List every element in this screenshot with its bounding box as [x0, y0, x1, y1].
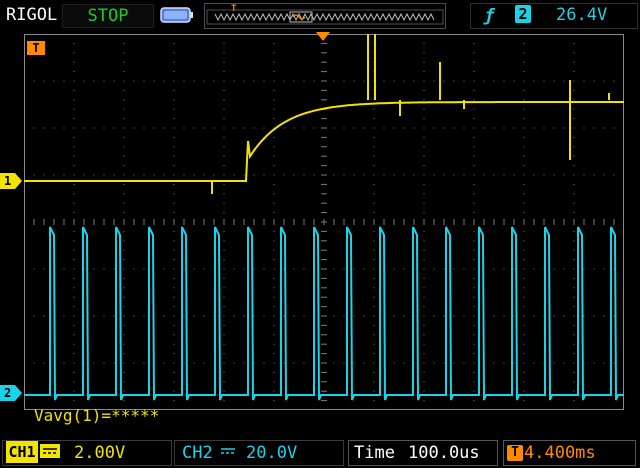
ch2-marker-label: 2 — [4, 386, 11, 400]
trigger-offset-value: 4.400ms — [524, 443, 596, 463]
run-state-label: STOP — [87, 6, 129, 26]
ch1-ground-marker[interactable]: 1 — [0, 173, 22, 189]
trigger-offset-icon: T — [507, 445, 523, 461]
dc-coupling-icon — [40, 444, 60, 458]
trigger-position-marker[interactable] — [316, 32, 330, 42]
waveform-display-grid — [24, 34, 624, 410]
timebase-label: Time — [354, 443, 395, 463]
dc-coupling-icon — [221, 448, 235, 454]
ch1-label: CH1 — [6, 441, 38, 463]
rising-edge-icon: ƒ — [484, 6, 495, 26]
memory-battery-icon — [160, 7, 193, 23]
trigger-level: 26.4V — [556, 5, 608, 25]
ch2-label: CH2 — [182, 443, 213, 463]
trigger-info-panel[interactable] — [470, 3, 638, 29]
ch2-scale: 20.0V — [246, 443, 298, 463]
trigger-source-badge: 2 — [515, 5, 531, 23]
ch1-marker-label: 1 — [4, 174, 11, 188]
trigger-level-marker-label: T — [32, 41, 40, 55]
ch2-ground-marker[interactable]: 2 — [0, 385, 22, 401]
trigger-level-marker[interactable]: T — [27, 41, 45, 55]
memory-trigger-marker: T — [231, 4, 237, 14]
brand-logo: RIGOL — [6, 5, 58, 25]
memory-waveform-preview: T — [206, 4, 444, 25]
measurement-readout: Vavg(1)=***** — [34, 406, 160, 425]
run-stop-button[interactable]: STOP — [62, 4, 154, 28]
ch1-scale: 2.00V — [74, 443, 126, 463]
timebase-value: 100.0us — [408, 443, 480, 463]
trigger-offset-icon-label: T — [511, 445, 519, 460]
